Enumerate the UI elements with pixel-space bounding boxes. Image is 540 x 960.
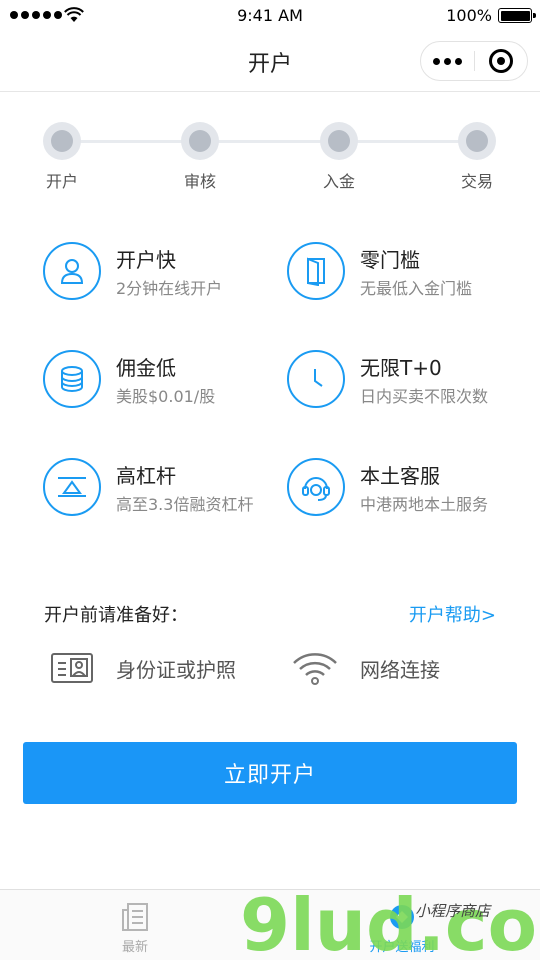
step-trade: 交易 [437,122,517,192]
feature-zero-threshold: 零门槛 无最低入金门槛 [287,242,527,302]
step-label: 审核 [183,172,216,191]
step-dot [43,122,81,160]
gift-icon [387,902,417,932]
coins-icon [43,350,101,408]
feature-subtitle: 美股$0.01/股 [116,387,216,406]
open-account-button[interactable]: 立即开户 [23,742,517,804]
status-bar: 9:41 AM 100% [0,0,540,32]
tab-label: 开户送福利 [369,940,435,955]
news-icon [120,902,150,932]
feature-subtitle: 日内买卖不限次数 [360,387,489,406]
step-label: 开户 [45,172,78,191]
feature-title: 开户快 [116,248,176,272]
tab-welfare[interactable]: 开户送福利 [342,890,462,960]
step-review: 审核 [160,122,240,192]
clock-icon [287,350,345,408]
feature-title: 高杠杆 [116,464,176,488]
step-dot [181,122,219,160]
headset-icon [287,458,345,516]
step-dot [320,122,358,160]
step-open: 开户 [22,122,102,192]
step-dot [458,122,496,160]
help-link[interactable]: 开户帮助> [409,601,496,627]
step-label: 交易 [460,172,493,191]
feature-subtitle: 无最低入金门槛 [360,279,473,298]
feature-low-commission: 佣金低 美股$0.01/股 [43,350,283,410]
prep-item-label: 身份证或护照 [116,657,236,682]
feature-title: 佣金低 [116,356,176,380]
feature-title: 零门槛 [360,248,420,272]
feature-local-service: 本土客服 中港两地本土服务 [287,458,527,518]
progress-steps: 开户 审核 入金 交易 [0,122,540,192]
feature-title: 本土客服 [360,464,440,488]
wifi-icon [293,653,337,685]
prep-item-network: 网络连接 [292,648,440,688]
feature-subtitle: 高至3.3倍融资杠杆 [116,495,254,514]
tab-news[interactable]: 最新 [75,890,195,960]
feature-title: 无限T+0 [360,356,442,380]
door-icon [287,242,345,300]
id-card-icon [51,653,93,683]
prep-item-id: 身份证或护照 [50,648,236,688]
step-deposit: 入金 [299,122,379,192]
tab-label: 最新 [121,940,148,955]
feature-high-leverage: 高杠杆 高至3.3倍融资杠杆 [43,458,283,518]
prep-title: 开户前请准备好： [44,605,188,626]
lever-icon [43,458,101,516]
feature-unlimited-t0: 无限T+0 日内买卖不限次数 [287,350,527,410]
tab-bar: 最新 开户送福利 [0,889,540,960]
feature-subtitle: 2分钟在线开户 [116,279,223,298]
step-label: 入金 [322,172,355,191]
user-icon [43,242,101,300]
more-icon[interactable] [421,57,474,65]
close-target-icon[interactable] [475,49,527,73]
feature-fast-open: 开户快 2分钟在线开户 [43,242,283,302]
miniprogram-capsule [420,41,528,81]
navigation-bar: 开户 [0,32,540,92]
battery-icon [498,8,536,23]
battery-percent: 100% [446,6,492,25]
feature-subtitle: 中港两地本土服务 [360,495,489,514]
prep-item-label: 网络连接 [360,657,440,682]
steps-line [62,140,478,143]
